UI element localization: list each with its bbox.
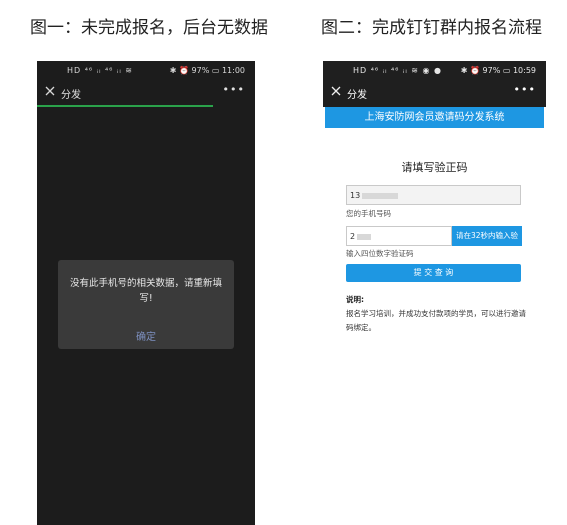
nav-bar: 分发 ••• — [37, 80, 255, 105]
redaction-mask — [362, 192, 399, 199]
system-banner: 上海安防网会员邀请码分发系统 — [325, 107, 544, 128]
close-icon[interactable] — [43, 84, 57, 98]
status-right: ✱ ⏰ 97% ▭ 11:00 — [169, 66, 245, 75]
phone-screenshot-1: HD ⁴⁶ ᵢₗ ⁴⁶ ᵢₗ ≋ ✱ ⏰ 97% ▭ 11:00 分发 ••• … — [37, 61, 255, 525]
loading-progress-bar — [37, 105, 213, 107]
top-bar: HD ⁴⁶ ᵢₗ ⁴⁶ ᵢₗ ≋ ◉ ● ✱ ⏰ 97% ▭ 10:59 分发 … — [323, 61, 546, 107]
code-hint: 输入四位数字验证码 — [346, 249, 414, 258]
code-value: 2 — [350, 232, 356, 241]
more-icon[interactable]: ••• — [514, 83, 536, 96]
nav-bar: 分发 ••• — [323, 80, 546, 105]
note-text: 报名学习培训，并成功支付款项的学员，可以进行邀请码绑定。 — [346, 309, 526, 332]
note-title: 说明: — [346, 295, 364, 304]
form-title: 请填写验正码 — [401, 161, 468, 174]
status-bar: HD ⁴⁶ ᵢₗ ⁴⁶ ᵢₗ ≋ ◉ ● ✱ ⏰ 97% ▭ 10:59 — [323, 61, 546, 80]
redaction-mask — [357, 233, 372, 240]
send-code-button[interactable]: 请在32秒内输入验 — [452, 226, 522, 246]
left-caption: 图一：未完成报名，后台无数据 — [30, 18, 268, 38]
status-bar: HD ⁴⁶ ᵢₗ ⁴⁶ ᵢₗ ≋ ✱ ⏰ 97% ▭ 11:00 — [37, 61, 255, 80]
verification-code-input[interactable]: 2 — [346, 226, 452, 246]
close-icon[interactable] — [329, 84, 343, 98]
nav-title: 分发 — [347, 90, 367, 101]
submit-button[interactable]: 提 交 查 询 — [346, 264, 521, 282]
confirm-button[interactable]: 确定 — [58, 328, 234, 343]
phone-number-input[interactable]: 13 — [346, 185, 521, 205]
status-right: ✱ ⏰ 97% ▭ 10:59 — [460, 66, 536, 75]
signal-indicators: HD ⁴⁶ ᵢₗ ⁴⁶ ᵢₗ ≋ ◉ ● — [353, 66, 442, 75]
right-caption: 图二：完成钉钉群内报名流程 — [321, 18, 542, 38]
dialog-message: 没有此手机号的相关数据，请重新填写! — [70, 278, 223, 304]
phone-value: 13 — [350, 191, 361, 200]
more-icon[interactable]: ••• — [223, 83, 245, 96]
phone-screenshot-2: HD ⁴⁶ ᵢₗ ⁴⁶ ᵢₗ ≋ ◉ ● ✱ ⏰ 97% ▭ 10:59 分发 … — [323, 61, 546, 374]
error-dialog: 没有此手机号的相关数据，请重新填写! 确定 — [58, 260, 234, 349]
signal-indicators: HD ⁴⁶ ᵢₗ ⁴⁶ ᵢₗ ≋ — [67, 66, 133, 75]
phone-hint: 您的手机号码 — [346, 209, 391, 218]
nav-title: 分发 — [61, 90, 81, 101]
